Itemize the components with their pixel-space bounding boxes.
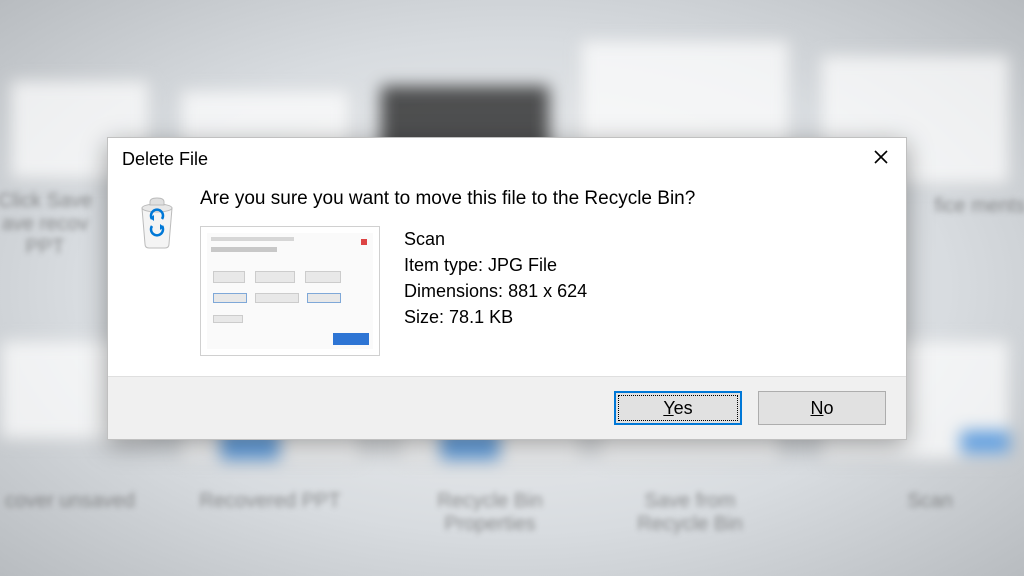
- bg-label: Recovered PPT: [190, 490, 350, 513]
- dialog-title: Delete File: [122, 149, 208, 170]
- delete-file-dialog: Delete File: [107, 137, 907, 440]
- file-details: Scan Item type: JPG File Dimensions: 881…: [404, 226, 587, 330]
- bg-label: Recycle Bin Properties: [410, 490, 570, 536]
- no-button[interactable]: No: [758, 391, 886, 425]
- yes-button[interactable]: Yes: [614, 391, 742, 425]
- recycle-bin-icon: [132, 237, 182, 254]
- bg-label: Save from Recycle Bin: [610, 490, 770, 536]
- file-name: Scan: [404, 226, 587, 252]
- dialog-footer: Yes No: [108, 376, 906, 439]
- dialog-titlebar: Delete File: [108, 138, 906, 180]
- close-icon: [873, 149, 889, 170]
- file-size: Size: 78.1 KB: [404, 304, 587, 330]
- bg-label: cover unsaved: [0, 490, 150, 513]
- bg-label: Click Save ave recov PPT: [0, 190, 100, 259]
- file-item-type: Item type: JPG File: [404, 252, 587, 278]
- dialog-body: Are you sure you want to move this file …: [108, 180, 906, 376]
- file-dimensions: Dimensions: 881 x 624: [404, 278, 587, 304]
- close-button[interactable]: [870, 148, 892, 170]
- confirmation-question: Are you sure you want to move this file …: [200, 188, 882, 210]
- bg-label: Scan: [870, 490, 990, 513]
- file-thumbnail: [200, 226, 380, 356]
- bg-label: fice ments: [930, 195, 1024, 218]
